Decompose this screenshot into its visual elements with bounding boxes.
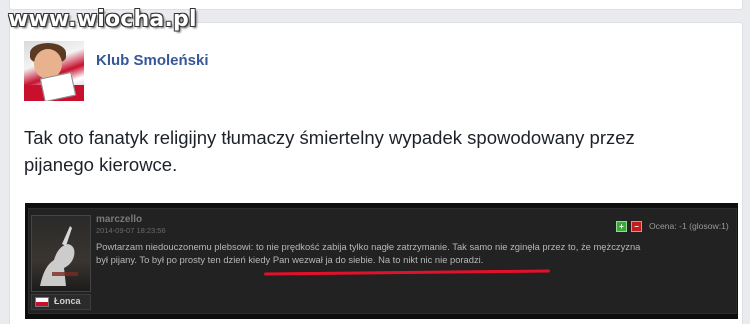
embedded-screenshot: Łonca marczello 2014-09-07 18:23:56 Powt… — [25, 203, 738, 319]
page-avatar[interactable] — [24, 41, 84, 101]
watermark: www.wiocha.pl — [8, 7, 197, 32]
comment-line: był pijany. To był po prosty ten dzień k… — [96, 253, 484, 265]
comment-line: Powtarzam niedouczonemu plebsowi: to nie… — [96, 241, 641, 252]
vote-up-icon[interactable]: + — [616, 221, 627, 232]
vote-down-icon[interactable]: − — [631, 221, 642, 232]
commenter-rank: Łonca — [54, 296, 81, 306]
page-name-link[interactable]: Klub Smoleński — [96, 52, 209, 69]
comment-username[interactable]: marczello — [96, 214, 142, 225]
post-card: Klub Smoleński Tak oto fanatyk religijny… — [9, 22, 743, 324]
flag-icon — [35, 297, 49, 307]
comment-rating: Ocena: -1 (glosow:1) — [649, 221, 729, 231]
commenter-rank-bar: Łonca — [31, 294, 91, 310]
comment-box: Łonca marczello 2014-09-07 18:23:56 Powt… — [28, 208, 737, 314]
comment-body: Powtarzam niedouczonemu plebsowi: to nie… — [96, 241, 736, 266]
commenter-avatar — [31, 215, 91, 292]
post-text: Tak oto fanatyk religijny tłumaczy śmier… — [24, 127, 635, 175]
comment-date: 2014-09-07 18:23:56 — [96, 226, 166, 235]
